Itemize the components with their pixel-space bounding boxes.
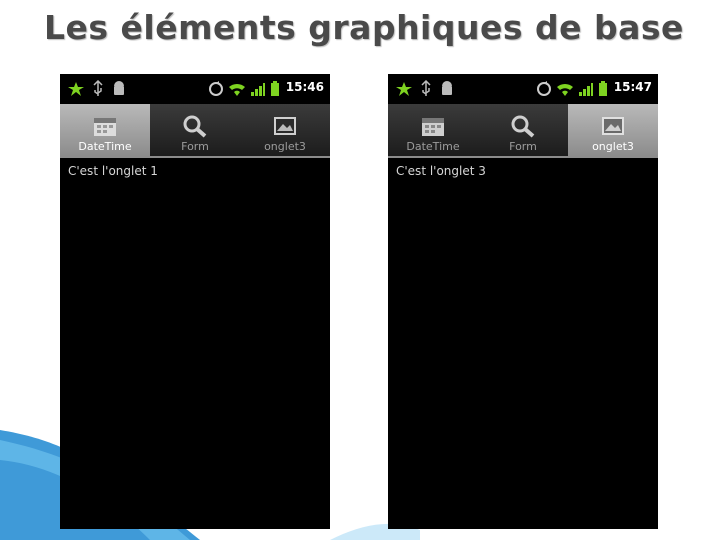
sync-icon	[209, 81, 223, 96]
tab-label: onglet3	[592, 140, 634, 153]
tab-underline	[388, 156, 658, 158]
tab-label: Form	[181, 140, 209, 153]
tab-label: DateTime	[406, 140, 460, 153]
wifi-icon	[229, 83, 245, 96]
calendar-icon	[422, 118, 444, 136]
battery-icon	[599, 81, 607, 96]
usb-icon	[93, 80, 103, 96]
status-time: 15:47	[613, 80, 652, 94]
search-wrench-icon	[183, 115, 207, 138]
tab-bar: DateTime Form onglet3	[60, 104, 330, 156]
tab-datetime[interactable]: DateTime	[60, 104, 150, 156]
tab-content-text: C'est l'onglet 3	[396, 164, 486, 178]
calendar-icon	[94, 118, 116, 136]
picture-icon	[602, 117, 624, 135]
status-bar: 15:47	[388, 74, 658, 104]
signal-icon	[251, 83, 265, 96]
sync-icon	[537, 81, 551, 96]
tab-label: Form	[509, 140, 537, 153]
search-wrench-icon	[511, 115, 535, 138]
tab-content-text: C'est l'onglet 1	[68, 164, 158, 178]
tab-onglet3[interactable]: onglet3	[568, 104, 658, 156]
tab-underline	[60, 156, 330, 158]
tab-datetime[interactable]: DateTime	[388, 104, 478, 156]
phone-screen-2: 15:47 DateTime Form onglet3 C'est l'ongl…	[388, 74, 658, 529]
phone-screen-1: 15:46 DateTime Form onglet3 C'est l'ongl…	[60, 74, 330, 529]
clover-icon	[68, 82, 84, 96]
tab-label: onglet3	[264, 140, 306, 153]
tab-bar: DateTime Form onglet3	[388, 104, 658, 156]
android-icon	[442, 81, 452, 95]
tab-form[interactable]: Form	[478, 104, 568, 156]
battery-icon	[271, 81, 279, 96]
tab-onglet3[interactable]: onglet3	[240, 104, 330, 156]
clover-icon	[396, 82, 412, 96]
status-bar: 15:46	[60, 74, 330, 104]
picture-icon	[274, 117, 296, 135]
tab-label: DateTime	[78, 140, 132, 153]
usb-icon	[421, 80, 431, 96]
status-time: 15:46	[285, 80, 324, 94]
android-icon	[114, 81, 124, 95]
tab-form[interactable]: Form	[150, 104, 240, 156]
signal-icon	[579, 83, 593, 96]
wifi-icon	[557, 83, 573, 96]
slide-title: Les éléments graphiques de base	[44, 8, 684, 47]
